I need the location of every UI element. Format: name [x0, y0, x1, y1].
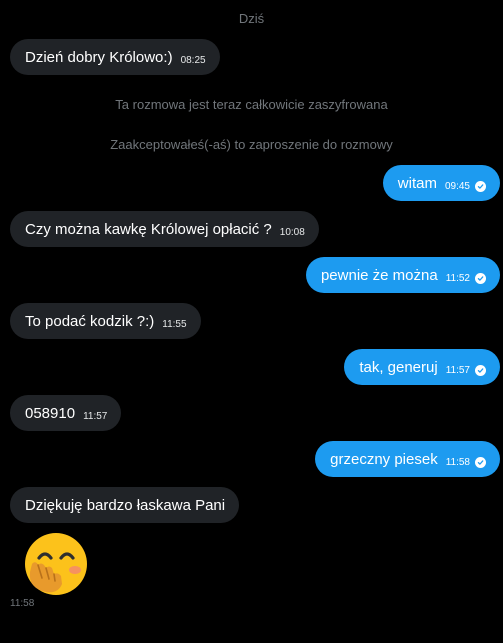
message-bubble-outgoing[interactable]: tak, generuj 11:57	[344, 349, 500, 385]
message-time: 10:08	[279, 226, 305, 238]
read-check-icon	[475, 180, 486, 192]
message-time: 08:25	[180, 54, 206, 66]
read-check-icon	[475, 272, 486, 284]
message-text: grzeczny piesek	[330, 450, 438, 468]
message-bubble-outgoing[interactable]: grzeczny piesek 11:58	[315, 441, 500, 477]
message-text: pewnie że można	[320, 266, 438, 284]
message-bubble-outgoing[interactable]: witam 09:45	[382, 165, 500, 201]
message-text: witam	[397, 174, 437, 192]
message-bubble-incoming[interactable]: 058910 11:57	[10, 395, 122, 431]
message-bubble-incoming[interactable]: Dzień dobry Królowo:) 08:25	[10, 39, 220, 75]
message-text: Dzień dobry Królowo:)	[25, 48, 173, 66]
read-check-icon	[475, 364, 486, 376]
message-time: 11:57	[83, 410, 108, 422]
encryption-notice: Ta rozmowa jest teraz całkowicie zaszyfr…	[115, 97, 388, 112]
invitation-accepted-notice: Zaakceptowałeś(-aś) to zaproszenie do ro…	[110, 137, 393, 152]
message-bubble-incoming[interactable]: Dziękuję bardzo łaskawa Pani	[10, 487, 240, 523]
read-check-icon	[475, 456, 486, 468]
day-separator: Dziś	[238, 11, 265, 26]
message-time: 11:58	[445, 456, 470, 468]
message-time: 11:55	[162, 318, 187, 330]
message-text: tak, generuj	[359, 358, 438, 376]
message-bubble-outgoing[interactable]: pewnie że można 11:52	[305, 257, 500, 293]
message-text: Czy można kawkę Królowej opłacić ?	[25, 220, 272, 238]
message-text: 058910	[25, 404, 76, 422]
message-time: 11:57	[445, 364, 470, 376]
message-text: To podać kodzik ?:)	[25, 312, 155, 330]
message-time: 09:45	[444, 180, 470, 192]
message-bubble-incoming[interactable]: To podać kodzik ?:) 11:55	[10, 303, 201, 339]
face-with-hand-over-mouth-icon[interactable]	[24, 532, 88, 596]
message-bubble-incoming[interactable]: Czy można kawkę Królowej opłacić ? 10:08	[10, 211, 319, 247]
message-time: 11:52	[445, 272, 470, 284]
message-time: 11:58	[10, 598, 35, 609]
conversation-view: Dziś Dzień dobry Królowo:) 08:25 Ta rozm…	[0, 0, 503, 643]
message-text: Dziękuję bardzo łaskawa Pani	[25, 496, 226, 514]
